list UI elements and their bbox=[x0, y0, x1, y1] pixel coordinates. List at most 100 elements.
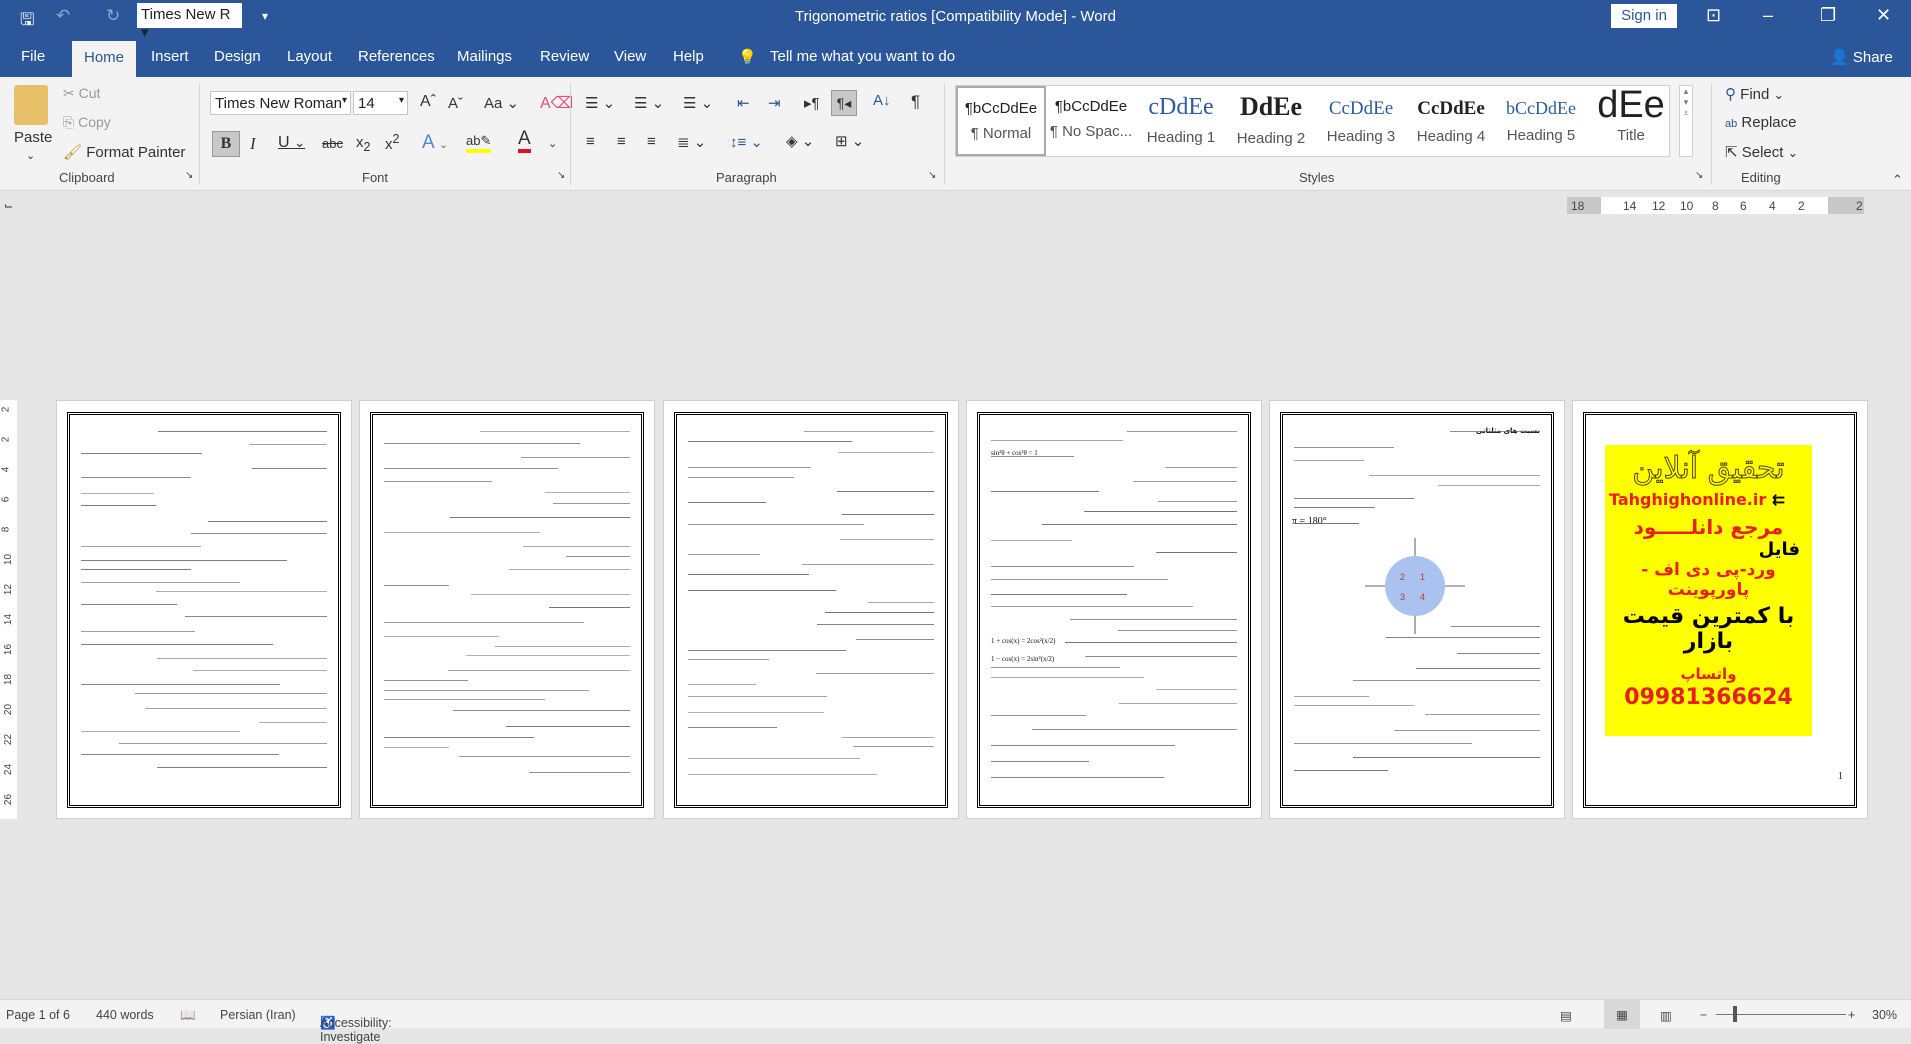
tab-selector-icon[interactable]: ⌙ bbox=[4, 199, 13, 212]
rtl-button[interactable]: ¶◂ bbox=[831, 90, 857, 116]
clipboard-launcher-icon[interactable]: ↘ bbox=[185, 170, 193, 181]
decrease-indent-icon[interactable]: ⇤ bbox=[737, 94, 750, 112]
tab-mailings[interactable]: Mailings bbox=[457, 48, 512, 65]
select-button[interactable]: ⇱ Select ⌄ bbox=[1725, 143, 1798, 161]
align-right-icon[interactable]: ≡ bbox=[647, 133, 656, 150]
shrink-font-icon[interactable]: Aˇ bbox=[448, 95, 463, 112]
paste-icon[interactable] bbox=[14, 85, 48, 125]
print-layout-icon[interactable]: ▦ bbox=[1604, 1000, 1640, 1029]
style-heading-5[interactable]: bCcDdEe Heading 5 bbox=[1496, 86, 1586, 156]
restore-icon[interactable]: ❐ bbox=[1820, 5, 1836, 26]
web-layout-icon[interactable]: ▥ bbox=[1660, 1008, 1672, 1023]
page-count[interactable]: Page 1 of 6 bbox=[6, 1008, 70, 1022]
bullets-icon[interactable]: ☰ ⌄ bbox=[585, 94, 615, 112]
increase-indent-icon[interactable]: ⇥ bbox=[768, 94, 781, 112]
paragraph-group-label: Paragraph bbox=[716, 170, 777, 185]
shading-icon[interactable]: ◈ ⌄ bbox=[786, 132, 814, 150]
collapse-ribbon-icon[interactable]: ⌃ bbox=[1892, 172, 1903, 188]
text-line bbox=[384, 481, 492, 482]
font-launcher-icon[interactable]: ↘ bbox=[557, 170, 565, 181]
strikethrough-button[interactable]: abc bbox=[322, 136, 343, 151]
page-3[interactable]: sin²θ + cos²θ = 1 1 + cos(x) = 2cos²(x/2… bbox=[966, 400, 1262, 819]
tab-insert[interactable]: Insert bbox=[151, 48, 189, 65]
page-2[interactable]: نسبت های مثلثاتی π = 180° 12 34 bbox=[1269, 400, 1565, 819]
justify-icon[interactable]: ≣ ⌄ bbox=[677, 133, 706, 151]
align-left-icon[interactable]: ≡ bbox=[586, 133, 595, 150]
zoom-slider-thumb[interactable] bbox=[1733, 1006, 1737, 1022]
tab-file[interactable]: File bbox=[21, 48, 45, 65]
text-line bbox=[384, 737, 535, 738]
multilevel-list-icon[interactable]: ☰ ⌄ bbox=[683, 94, 713, 112]
tab-view[interactable]: View bbox=[614, 48, 646, 65]
paste-dropdown-icon[interactable]: ⌄ bbox=[26, 149, 35, 162]
clear-formatting-icon[interactable]: A⌫ bbox=[540, 93, 573, 113]
style-no-spacing[interactable]: ¶bCcDdEe ¶ No Spac... bbox=[1046, 86, 1136, 156]
page-1[interactable]: تحقیق آنلاین Tahghighonline.ir ⇇ مرجع دا… bbox=[1572, 400, 1868, 819]
replace-button[interactable]: ab Replace bbox=[1725, 114, 1796, 131]
sort-icon[interactable]: A↓ bbox=[873, 92, 891, 109]
horizontal-ruler[interactable]: 18 14 12 10 8 6 4 2 2 bbox=[1567, 197, 1864, 214]
tab-home[interactable]: Home bbox=[72, 41, 137, 77]
style-normal[interactable]: ¶bCcDdEe ¶ Normal bbox=[956, 86, 1046, 156]
text-line bbox=[384, 636, 500, 637]
page-4[interactable] bbox=[663, 400, 959, 819]
proofing-icon[interactable]: 📖 bbox=[180, 1008, 196, 1023]
style-heading-4[interactable]: CcDdEe Heading 4 bbox=[1406, 86, 1496, 156]
language[interactable]: Persian (Iran) bbox=[220, 1008, 296, 1022]
tab-design[interactable]: Design bbox=[214, 48, 261, 65]
font-size-select[interactable]: 14 ▾ bbox=[353, 91, 408, 115]
style-title[interactable]: dEe Title bbox=[1586, 84, 1676, 156]
style-heading-2[interactable]: DdEe Heading 2 bbox=[1226, 86, 1316, 156]
share-button[interactable]: 👤 Share bbox=[1830, 48, 1893, 66]
ltr-icon[interactable]: ▸¶ bbox=[804, 94, 820, 112]
show-marks-icon[interactable]: ¶ bbox=[911, 92, 920, 112]
italic-button[interactable]: I bbox=[250, 134, 256, 154]
font-color-icon[interactable]: A bbox=[518, 129, 531, 153]
align-center-icon[interactable]: ≡ bbox=[617, 133, 626, 150]
font-name-select[interactable]: Times New Roman ▾ bbox=[210, 91, 351, 115]
highlight-icon[interactable]: ab✎ bbox=[466, 133, 492, 153]
superscript-button[interactable]: x2 bbox=[385, 132, 399, 153]
text-line bbox=[1294, 705, 1415, 706]
bold-button[interactable]: B bbox=[212, 131, 240, 157]
zoom-out-button[interactable]: − bbox=[1700, 1008, 1707, 1022]
minimize-icon[interactable]: – bbox=[1763, 5, 1773, 26]
paste-button[interactable]: Paste bbox=[14, 129, 52, 146]
grow-font-icon[interactable]: Aˆ bbox=[420, 93, 436, 111]
underline-button[interactable]: U ⌄ bbox=[278, 134, 305, 152]
ruler-number: 12 bbox=[3, 583, 15, 596]
numbering-icon[interactable]: ☰ ⌄ bbox=[634, 94, 664, 112]
copy-button[interactable]: ⎘ Copy bbox=[63, 114, 111, 131]
page-5[interactable] bbox=[359, 400, 655, 819]
change-case-icon[interactable]: Aa ⌄ bbox=[484, 94, 519, 112]
read-mode-icon[interactable]: ▤ bbox=[1560, 1008, 1572, 1023]
tell-me-search[interactable]: Tell me what you want to do bbox=[770, 48, 955, 65]
font-color-dropdown-icon[interactable]: ⌄ bbox=[548, 137, 557, 150]
text-line bbox=[81, 631, 195, 632]
styles-scroll[interactable]: ▴ ▾ ⩡ bbox=[1679, 85, 1693, 157]
vertical-ruler[interactable]: 2 2 4 6 8 10 12 14 16 18 20 22 24 26 bbox=[0, 400, 17, 819]
close-icon[interactable]: ✕ bbox=[1876, 5, 1891, 26]
tab-review[interactable]: Review bbox=[540, 48, 589, 65]
styles-launcher-icon[interactable]: ↘ bbox=[1695, 170, 1703, 181]
tab-help[interactable]: Help bbox=[673, 48, 704, 65]
format-painter-button[interactable]: 🖌 Format Painter bbox=[63, 143, 185, 161]
paragraph-launcher-icon[interactable]: ↘ bbox=[928, 170, 936, 181]
style-heading-3[interactable]: CcDdEe Heading 3 bbox=[1316, 86, 1406, 156]
tab-references[interactable]: References bbox=[358, 48, 435, 65]
subscript-button[interactable]: x2 bbox=[356, 134, 370, 154]
page-6[interactable] bbox=[56, 400, 352, 819]
text-effects-icon[interactable]: A ⌄ bbox=[422, 132, 448, 154]
find-button[interactable]: ⚲ Find ⌄ bbox=[1725, 85, 1784, 103]
style-heading-1[interactable]: cDdEe Heading 1 bbox=[1136, 86, 1226, 156]
ribbon-display-icon[interactable]: ⊡ bbox=[1706, 5, 1721, 26]
text-line bbox=[991, 667, 1121, 668]
zoom-level[interactable]: 30% bbox=[1872, 1008, 1897, 1022]
sign-in-button[interactable]: Sign in bbox=[1611, 4, 1677, 28]
word-count[interactable]: 440 words bbox=[96, 1008, 154, 1022]
cut-button[interactable]: ✂ Cut bbox=[63, 85, 100, 102]
line-spacing-icon[interactable]: ↕≡ ⌄ bbox=[730, 133, 763, 151]
zoom-in-button[interactable]: + bbox=[1848, 1008, 1855, 1022]
borders-icon[interactable]: ⊞ ⌄ bbox=[835, 132, 864, 150]
tab-layout[interactable]: Layout bbox=[287, 48, 332, 65]
